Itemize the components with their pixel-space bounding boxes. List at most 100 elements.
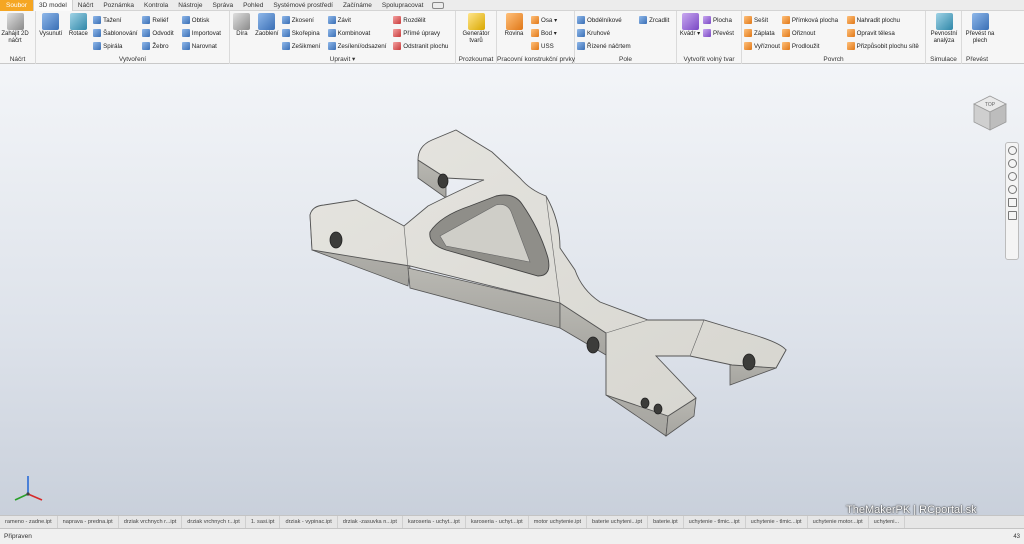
trim-button[interactable]: Ořiznout	[781, 27, 845, 39]
draft-icon	[281, 42, 290, 50]
chamfer-button[interactable]: Zkosení	[281, 14, 326, 26]
group-surface: Sešít Záplata Vyříznout Přímková plocha …	[742, 11, 926, 64]
thicken-offset-button[interactable]: Zesílení/odsazení	[327, 40, 392, 52]
mirror-button[interactable]: Zrcadlit	[639, 14, 674, 26]
rectangular-pattern-button[interactable]: Obdélníkové	[577, 14, 637, 26]
navbar-menu-icon[interactable]	[1007, 211, 1017, 220]
sculpt-button[interactable]: Vyříznout	[744, 40, 780, 52]
look-at-icon[interactable]	[1007, 198, 1017, 207]
document-tab[interactable]: uchytenie - tlmic...ipt	[746, 516, 808, 528]
document-tab[interactable]: karoseria - uchyt...ipt	[466, 516, 529, 528]
stress-analysis-button[interactable]: Pevnostní analýza	[928, 13, 960, 45]
sweep-button[interactable]: Tažení	[93, 14, 140, 26]
direct-edit-icon	[393, 29, 402, 37]
extrude-button[interactable]: Vysunutí	[38, 13, 64, 38]
direct-edit-button[interactable]: Přímé úpravy	[393, 27, 453, 39]
group-pattern: Obdélníkové Kruhové Řízené náčrtem Zrcad…	[575, 11, 677, 64]
repair-bodies-button[interactable]: Opravit tělesa	[846, 27, 923, 39]
replace-face-icon	[846, 16, 855, 24]
face-freeform-button[interactable]: Plocha	[703, 14, 739, 26]
stress-analysis-icon	[935, 13, 953, 30]
thread-button[interactable]: Závit	[327, 14, 392, 26]
document-tab[interactable]: naprava - predna.ipt	[58, 516, 119, 528]
circular-pattern-button[interactable]: Kruhové	[577, 27, 637, 39]
document-tab[interactable]: baterie uchyteni...ipt	[587, 516, 649, 528]
zoom-icon[interactable]	[1007, 172, 1017, 181]
pan-icon[interactable]	[1007, 159, 1017, 168]
coil-button[interactable]: Spirála	[93, 40, 140, 52]
tab-3d-model[interactable]: 3D model	[32, 0, 73, 11]
thread-icon	[327, 16, 336, 24]
document-tab[interactable]: motor uchytenie.ipt	[529, 516, 587, 528]
group-sketch: Zahájit 2D náčrt Náčrt	[0, 11, 36, 64]
tab-environments[interactable]: Systémové prostředí	[268, 0, 338, 11]
tab-inspect[interactable]: Kontrola	[139, 0, 173, 11]
ribbon-options-icon[interactable]	[432, 1, 445, 9]
graphics-window[interactable]: TOP TheMakerPK | RCportal.sk	[0, 64, 1024, 515]
rectangular-pattern-icon	[577, 16, 585, 24]
face-freeform-icon	[703, 16, 711, 24]
hole-button[interactable]: Díra	[232, 13, 252, 38]
3d-part-model[interactable]	[0, 64, 1024, 515]
hole-icon	[233, 13, 251, 30]
shell-button[interactable]: Skořepina	[281, 27, 326, 39]
tab-file[interactable]: Soubor	[0, 0, 33, 11]
axis-button[interactable]: Osa ▾	[531, 14, 571, 26]
shape-generator-button[interactable]: Generátor tvarů	[458, 13, 494, 45]
derive-button[interactable]: Odvodit	[142, 27, 179, 39]
draft-button[interactable]: Zešikmení	[281, 40, 326, 52]
sketch-icon	[6, 13, 24, 30]
patch-button[interactable]: Záplata	[744, 27, 780, 39]
convert-freeform-button[interactable]: Převést	[703, 27, 739, 39]
start-2d-sketch-button[interactable]: Zahájit 2D náčrt	[1, 13, 29, 45]
document-tab[interactable]: drziak vrchnych r...ipt	[182, 516, 246, 528]
tab-collaborate[interactable]: Spolupracovat	[377, 0, 429, 11]
import-button[interactable]: Importovat	[181, 27, 227, 39]
plane-button[interactable]: Rovina	[499, 13, 529, 38]
orbit-icon[interactable]	[1007, 185, 1017, 194]
document-tab[interactable]: karoseria - uchyt...ipt	[403, 516, 466, 528]
tab-view[interactable]: Pohled	[238, 0, 268, 11]
viewcube-icon[interactable]: TOP	[968, 90, 1012, 134]
loft-button[interactable]: Šablonování	[93, 27, 140, 39]
tab-annotate[interactable]: Poznámka	[98, 0, 139, 11]
rib-button[interactable]: Žebro	[142, 40, 179, 52]
replace-face-button[interactable]: Nahradit plochu	[846, 14, 923, 26]
steering-wheel-icon[interactable]	[1007, 146, 1017, 155]
group-create: Vysunutí Rotace Tažení Šablonování Spirá…	[36, 11, 230, 64]
fit-mesh-face-button[interactable]: Přizpůsobit plochu sítě	[846, 40, 923, 52]
tab-manage[interactable]: Správa	[207, 0, 238, 11]
delete-face-button[interactable]: Odstranit plochu	[393, 40, 453, 52]
unwrap-button[interactable]: Narovnat	[181, 40, 227, 52]
tab-tools[interactable]: Nástroje	[173, 0, 207, 11]
document-tab[interactable]: uchytenie - tlmic...ipt	[684, 516, 746, 528]
convert-to-sheet-metal-button[interactable]: Převést na plech	[964, 13, 996, 45]
document-tab[interactable]: baterie.ipt	[648, 516, 684, 528]
revolve-button[interactable]: Rotace	[66, 13, 92, 38]
box-freeform-button[interactable]: Kvádr ▾	[679, 13, 701, 38]
import-icon	[181, 29, 190, 37]
document-tab[interactable]: drziak vrchnych r...ipt	[119, 516, 183, 528]
stitch-button[interactable]: Sešít	[744, 14, 780, 26]
document-tab[interactable]: 1. sasi.ipt	[246, 516, 281, 528]
point-button[interactable]: Bod ▾	[531, 27, 571, 39]
document-tab[interactable]: drziak - vypinac.ipt	[280, 516, 338, 528]
unwrap-icon	[181, 42, 190, 50]
fillet-button[interactable]: Zaoblení	[254, 13, 280, 38]
ruled-surface-button[interactable]: Přímková plocha	[781, 14, 845, 26]
document-tab[interactable]: rameno - zadne.ipt	[0, 516, 58, 528]
ucs-button[interactable]: USS	[531, 40, 571, 52]
navigation-bar	[1005, 142, 1019, 260]
combine-button[interactable]: Kombinovat	[327, 27, 392, 39]
split-button[interactable]: Rozdělit	[393, 14, 453, 26]
decal-button[interactable]: Obtisk	[181, 14, 227, 26]
emboss-button[interactable]: Reliéf	[142, 14, 179, 26]
tab-sketch[interactable]: Náčrt	[73, 0, 99, 11]
extend-button[interactable]: Prodloužit	[781, 40, 845, 52]
tab-get-started[interactable]: Začínáme	[338, 0, 377, 11]
group-label-modify[interactable]: Upravit ▾	[230, 55, 455, 64]
document-tab[interactable]: drziak -zasuvka n...ipt	[338, 516, 403, 528]
sketch-driven-pattern-button[interactable]: Řízené náčrtem	[577, 40, 637, 52]
document-tab[interactable]: uchytenie motor...ipt	[808, 516, 869, 528]
document-tab[interactable]: uchyteni...	[869, 516, 906, 528]
